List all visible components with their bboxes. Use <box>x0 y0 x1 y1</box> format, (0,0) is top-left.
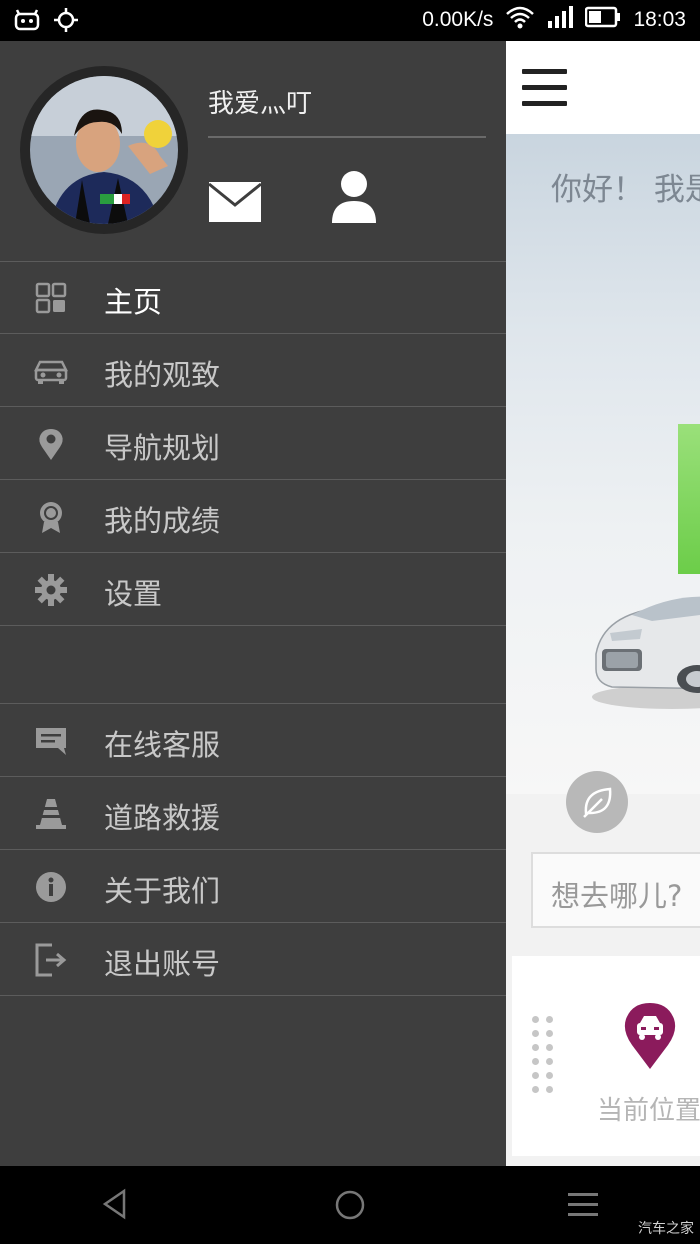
current-location-label: 当前位置 <box>597 1096 700 1126</box>
chat-icon <box>36 728 66 755</box>
navigation-drawer: 我爱灬叮 主页 我的观致 导航规划 我的成绩 设置 在线客服 道路救援 关于我们… <box>0 41 506 1166</box>
menu-item-label: 导航规划 <box>104 431 221 465</box>
greeting-text: 你好！ 我是 <box>551 172 700 208</box>
menu-item-online-support[interactable]: 在线客服 <box>0 704 506 777</box>
menu-item-label: 关于我们 <box>104 874 221 908</box>
clock: 18:03 <box>633 7 686 31</box>
menu-item-home[interactable]: 主页 <box>0 261 506 334</box>
menu-item-logout[interactable]: 退出账号 <box>0 923 506 996</box>
mail-icon[interactable] <box>208 181 262 223</box>
menu-item-label: 在线客服 <box>104 728 221 762</box>
menu-spacer <box>0 626 506 704</box>
system-nav-bar: 汽车之家 <box>0 1166 700 1244</box>
leaf-icon <box>583 787 612 818</box>
menu-item-label: 我的观致 <box>104 358 221 392</box>
car-image <box>592 596 700 709</box>
grid-icon <box>35 282 67 314</box>
user-photo <box>30 76 178 224</box>
car-icon <box>34 360 68 384</box>
menu-item-settings[interactable]: 设置 <box>0 553 506 626</box>
home-icon[interactable] <box>333 1188 367 1222</box>
status-bar: 0.00K/s 18:03 <box>0 0 700 41</box>
traffic-cone-icon <box>36 799 66 829</box>
menu-item-label: 设置 <box>104 577 163 611</box>
badge-icon <box>40 502 62 533</box>
app-toolbar <box>506 41 700 134</box>
menu-item-my-qoros[interactable]: 我的观致 <box>0 334 506 407</box>
home-screen: 你好！ 我是 想去哪儿? 当前位置 <box>506 41 700 1166</box>
eco-leaf-button[interactable] <box>566 771 628 833</box>
menu-item-label: 道路救援 <box>104 801 221 835</box>
android-icon <box>14 9 40 35</box>
drag-handle-icon[interactable] <box>532 1016 562 1096</box>
menu-item-label: 我的成绩 <box>104 504 221 538</box>
green-stat-bar <box>678 424 700 574</box>
user-profile-icon[interactable] <box>330 169 378 223</box>
gear-icon <box>35 574 67 606</box>
logout-icon <box>35 943 67 977</box>
avatar[interactable] <box>20 66 188 234</box>
location-pin-icon <box>39 429 63 460</box>
info-icon <box>36 872 66 902</box>
menu-item-navigation[interactable]: 导航规划 <box>0 407 506 480</box>
username: 我爱灬叮 <box>208 89 313 119</box>
gps-icon <box>54 8 78 36</box>
profile-header: 我爱灬叮 <box>0 41 506 262</box>
divider <box>208 136 486 138</box>
back-icon[interactable] <box>100 1188 132 1220</box>
menu-item-achievements[interactable]: 我的成绩 <box>0 480 506 553</box>
destination-search-input[interactable]: 想去哪儿? <box>531 852 700 928</box>
location-card: 当前位置 <box>512 956 700 1156</box>
recent-apps-icon[interactable] <box>566 1190 600 1220</box>
search-placeholder: 想去哪儿? <box>551 879 683 913</box>
menu-item-label: 主页 <box>104 285 163 319</box>
car-location-pin-icon[interactable] <box>622 1001 678 1071</box>
drawer-menu: 主页 我的观致 导航规划 我的成绩 设置 在线客服 道路救援 关于我们 退出账号 <box>0 261 506 996</box>
menu-item-roadside-assistance[interactable]: 道路救援 <box>0 777 506 850</box>
menu-item-about-us[interactable]: 关于我们 <box>0 850 506 923</box>
hamburger-menu-icon[interactable] <box>522 69 567 107</box>
wifi-icon <box>505 5 535 34</box>
battery-icon <box>585 6 621 33</box>
menu-item-label: 退出账号 <box>104 947 221 981</box>
network-speed: 0.00K/s <box>422 7 494 31</box>
hero-banner: 你好！ 我是 <box>506 134 700 794</box>
signal-icon <box>547 5 574 34</box>
watermark: 汽车之家 <box>638 1221 694 1237</box>
